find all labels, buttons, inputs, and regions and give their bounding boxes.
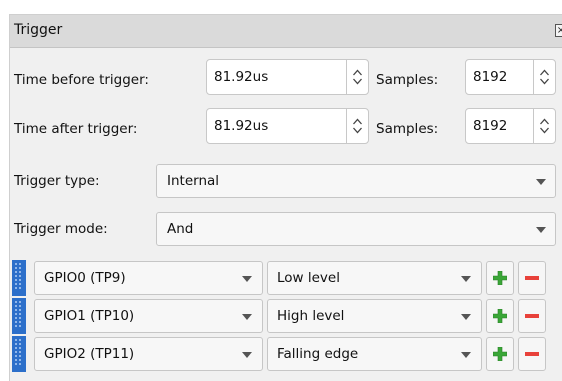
time-after-spinbox[interactable]: 81.92us xyxy=(206,108,369,144)
condition-value: Falling edge xyxy=(277,346,359,362)
trigger-type-select[interactable]: Internal xyxy=(156,164,556,198)
trigger-mode-value: And xyxy=(167,221,194,237)
before-samples-value: 8192 xyxy=(473,69,508,85)
condition-value: High level xyxy=(277,308,345,324)
time-after-value: 81.92us xyxy=(214,118,269,134)
remove-condition-button[interactable] xyxy=(518,337,546,371)
trigger-mode-label: Trigger mode: xyxy=(14,221,108,237)
chevron-down-icon xyxy=(536,227,546,233)
condition-select[interactable]: Falling edge xyxy=(267,337,482,371)
chevron-down-icon xyxy=(536,179,546,185)
time-before-label: Time before trigger: xyxy=(14,72,149,88)
spin-arrows-icon[interactable] xyxy=(533,109,555,143)
drag-handle-icon[interactable] xyxy=(12,260,26,296)
panel-titlebar: Trigger × xyxy=(10,15,562,48)
trigger-panel: Trigger × Time before trigger: 81.92us S… xyxy=(9,14,562,381)
source-select[interactable]: GPIO0 (TP9) xyxy=(34,261,263,295)
trigger-condition-row: GPIO2 (TP11) Falling edge xyxy=(12,336,562,372)
time-after-label: Time after trigger: xyxy=(14,121,138,137)
trigger-condition-row: GPIO0 (TP9) Low level xyxy=(12,260,562,296)
after-samples-spinbox[interactable]: 8192 xyxy=(465,108,556,144)
spin-arrows-icon[interactable] xyxy=(346,109,368,143)
add-condition-button[interactable] xyxy=(486,337,514,371)
source-value: GPIO1 (TP10) xyxy=(44,308,135,324)
chevron-down-icon xyxy=(242,352,252,358)
trigger-condition-list: GPIO0 (TP9) Low level GPIO1 (TP10) High … xyxy=(12,260,562,381)
condition-select[interactable]: Low level xyxy=(267,261,482,295)
source-select[interactable]: GPIO2 (TP11) xyxy=(34,337,263,371)
before-samples-spinbox[interactable]: 8192 xyxy=(465,59,556,95)
source-value: GPIO0 (TP9) xyxy=(44,270,126,286)
drag-handle-icon[interactable] xyxy=(12,298,26,334)
after-samples-value: 8192 xyxy=(473,118,508,134)
trigger-mode-select[interactable]: And xyxy=(156,212,556,246)
condition-value: Low level xyxy=(277,270,340,286)
chevron-down-icon xyxy=(242,314,252,320)
spin-arrows-icon[interactable] xyxy=(346,60,368,94)
trigger-type-label: Trigger type: xyxy=(14,173,100,189)
panel-title: Trigger xyxy=(14,22,63,38)
source-select[interactable]: GPIO1 (TP10) xyxy=(34,299,263,333)
before-samples-label: Samples: xyxy=(376,72,439,88)
condition-select[interactable]: High level xyxy=(267,299,482,333)
after-samples-label: Samples: xyxy=(376,121,439,137)
add-condition-button[interactable] xyxy=(486,261,514,295)
plus-icon xyxy=(493,271,507,285)
chevron-down-icon xyxy=(461,314,471,320)
trigger-type-value: Internal xyxy=(167,173,220,189)
chevron-down-icon xyxy=(461,352,471,358)
chevron-down-icon xyxy=(461,276,471,282)
source-value: GPIO2 (TP11) xyxy=(44,346,135,362)
minus-icon xyxy=(525,352,539,356)
minus-icon xyxy=(525,314,539,318)
minus-icon xyxy=(525,276,539,280)
add-condition-button[interactable] xyxy=(486,299,514,333)
plus-icon xyxy=(493,309,507,323)
spin-arrows-icon[interactable] xyxy=(533,60,555,94)
plus-icon xyxy=(493,347,507,361)
drag-handle-icon[interactable] xyxy=(12,336,26,372)
trigger-condition-row: GPIO1 (TP10) High level xyxy=(12,298,562,334)
close-icon[interactable]: × xyxy=(555,24,562,37)
remove-condition-button[interactable] xyxy=(518,261,546,295)
chevron-down-icon xyxy=(242,276,252,282)
time-before-spinbox[interactable]: 81.92us xyxy=(206,59,369,95)
remove-condition-button[interactable] xyxy=(518,299,546,333)
time-before-value: 81.92us xyxy=(214,69,269,85)
